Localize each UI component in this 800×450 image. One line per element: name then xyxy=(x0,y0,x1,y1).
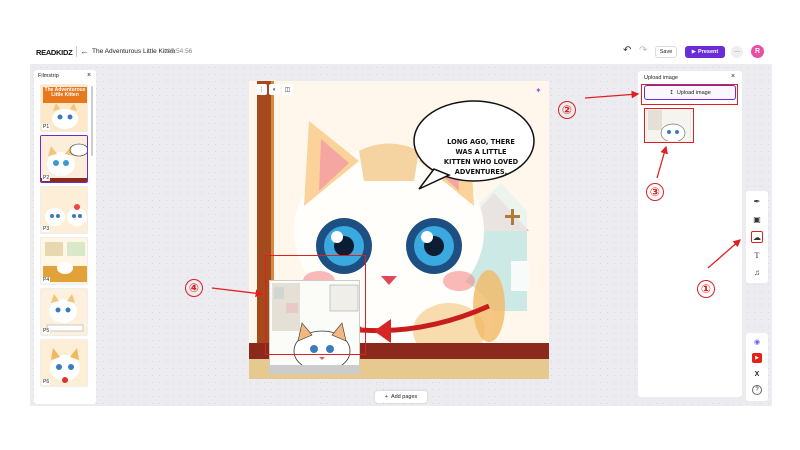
annotation-number-2: ② xyxy=(558,101,576,119)
annotation-number-4: ④ xyxy=(185,279,203,297)
annotation-number-1: ① xyxy=(697,280,715,298)
annotation-number-3: ③ xyxy=(646,183,664,201)
annotation-arrows xyxy=(211,90,741,298)
